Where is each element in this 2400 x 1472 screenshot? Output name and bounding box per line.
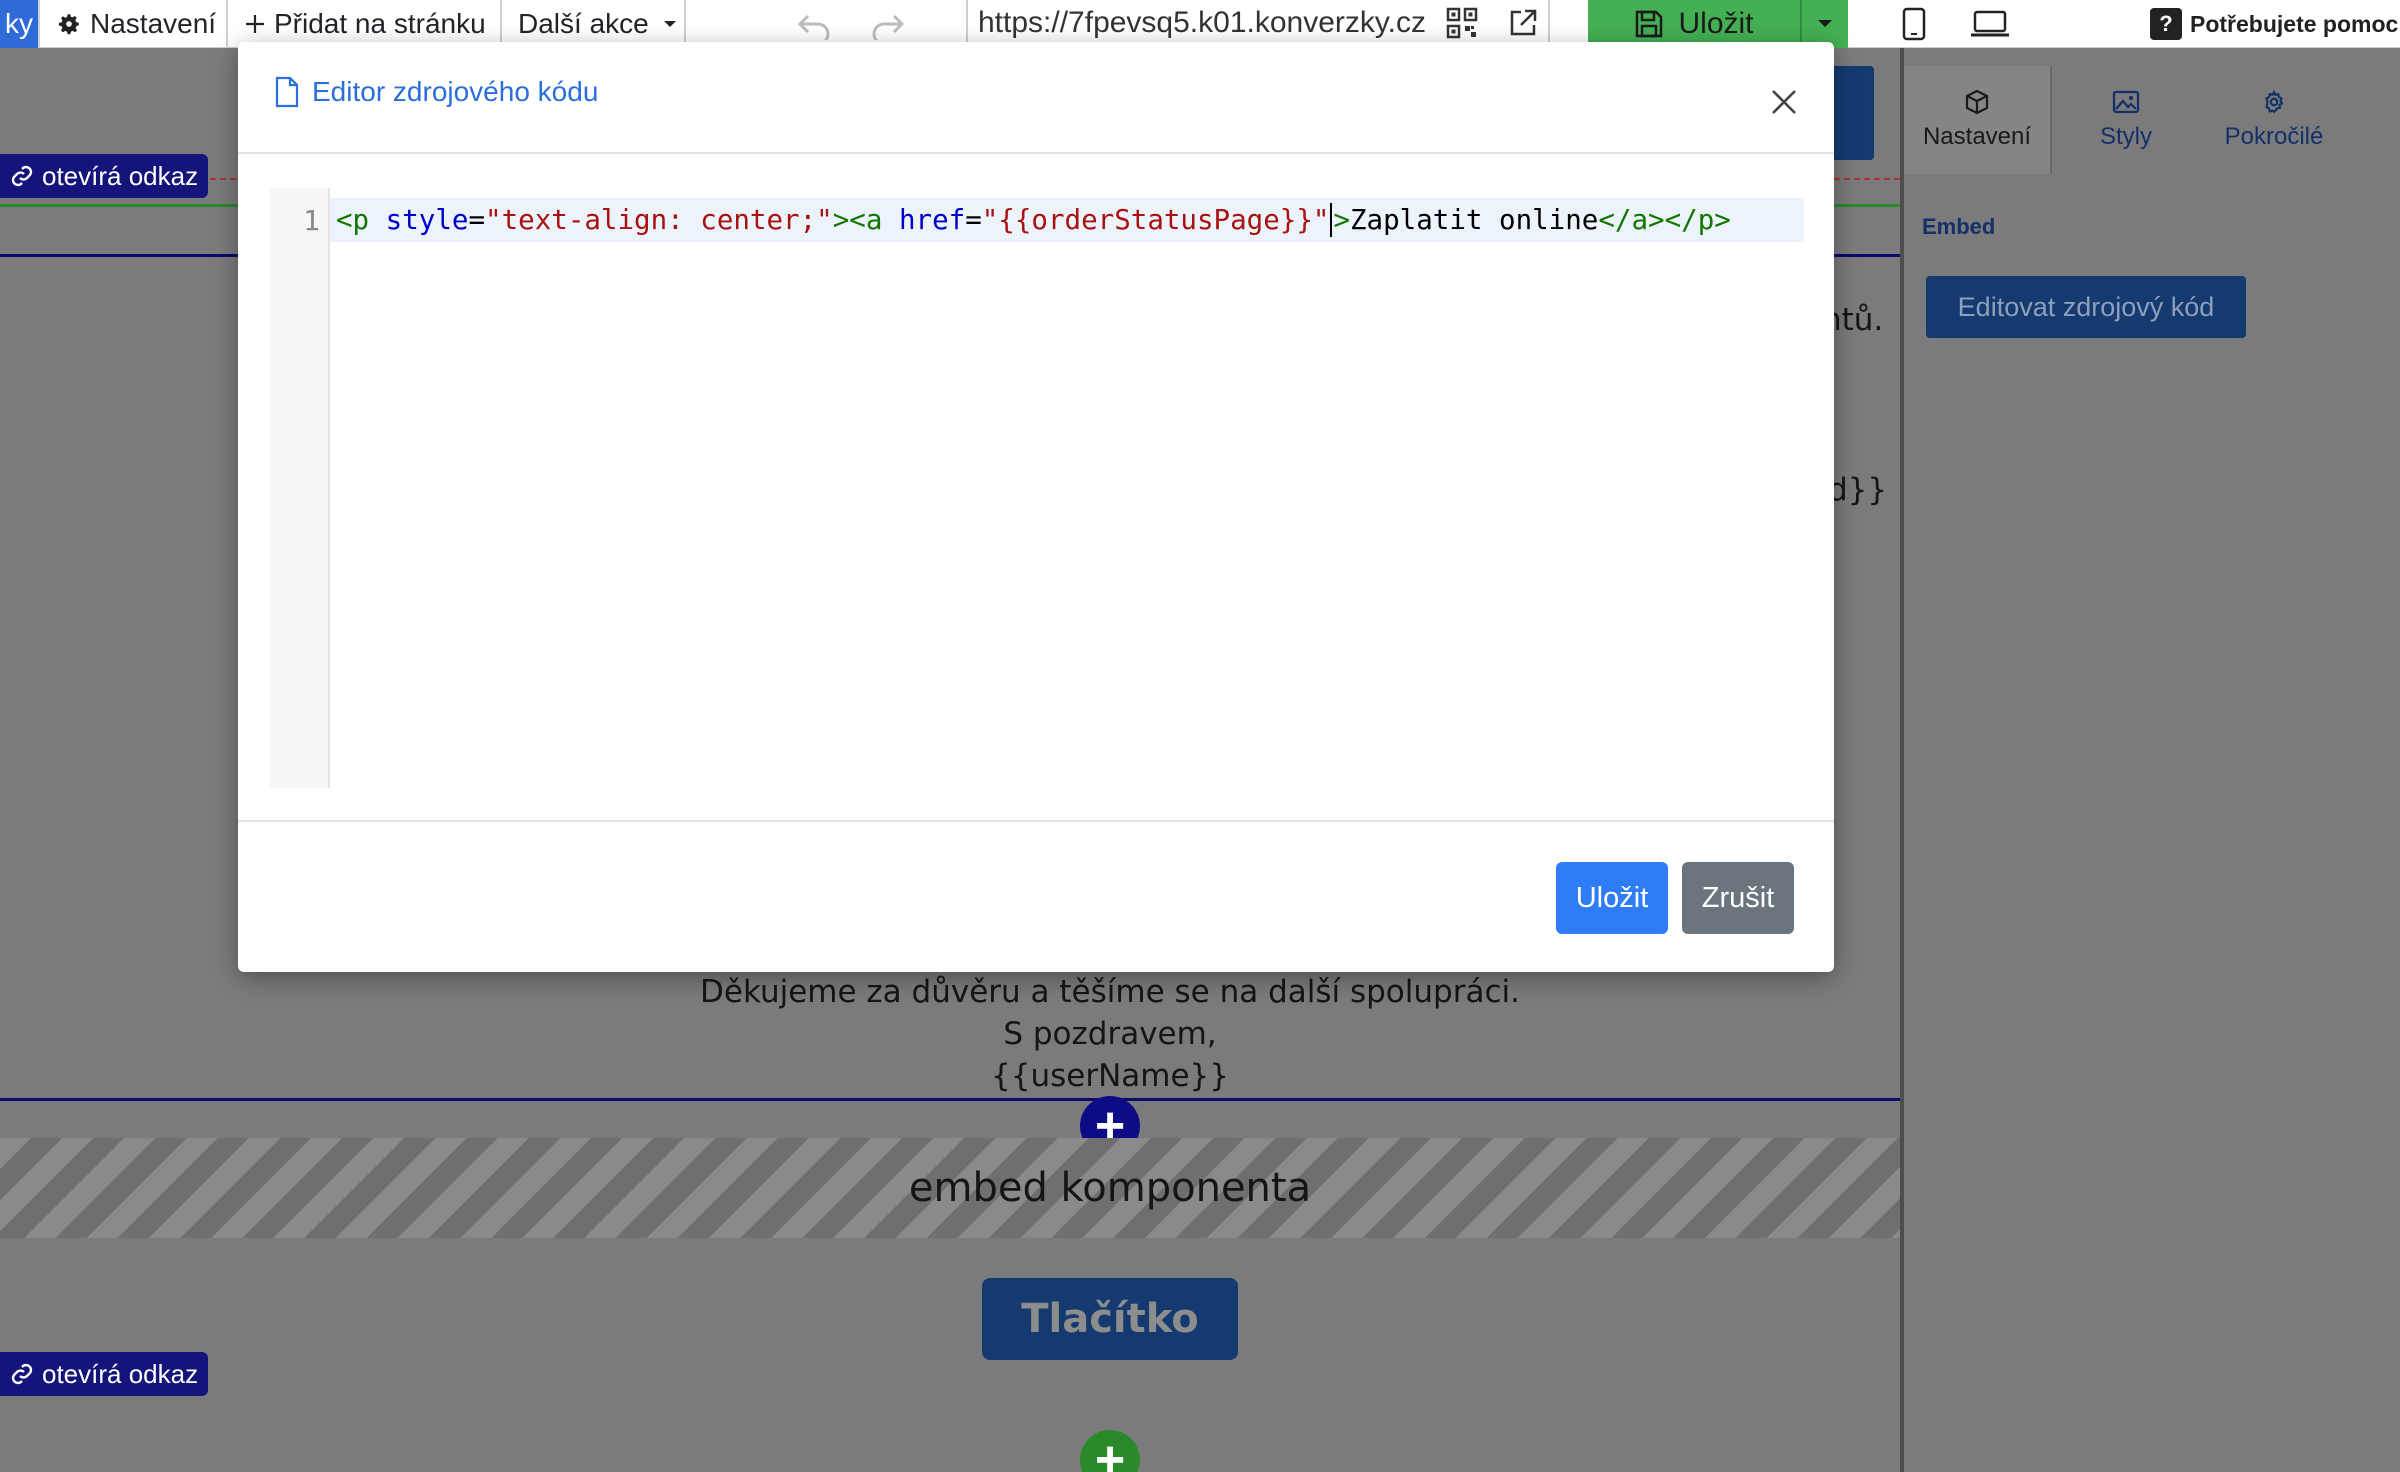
- username-text: {{userName}}: [991, 1058, 1229, 1094]
- code-token: "{{orderStatusPage}}": [981, 204, 1330, 236]
- undo-icon: [797, 14, 830, 40]
- gear-icon: [58, 14, 79, 35]
- embed-component-label: embed komponenta: [908, 1165, 1312, 1211]
- canvas-block: [1830, 66, 1874, 160]
- modal-save-label: Uložit: [1575, 881, 1649, 914]
- partial-text-2: d}}: [1828, 472, 1888, 508]
- canvas-button[interactable]: Tlačítko: [982, 1278, 1238, 1360]
- desktop-view-button[interactable]: [1966, 6, 2014, 42]
- caret-down-icon: [663, 21, 676, 27]
- regards-text: S pozdravem,: [1003, 1016, 1217, 1052]
- section-label-embed: Embed: [1922, 214, 1996, 239]
- text-cursor: [1330, 203, 1333, 237]
- edit-source-code-label: Editovat zdrojový kód: [1957, 291, 2215, 322]
- code-token: <p: [336, 204, 386, 236]
- code-token: ><a: [832, 204, 899, 236]
- add-to-page-label: Přidat na stránku: [274, 8, 486, 39]
- toolbar-cut-label: ky: [5, 8, 33, 39]
- link-icon: [11, 165, 33, 187]
- source-code-editor-modal: Editor zdrojového kódu 1 <p style = "text-…: [238, 42, 1834, 972]
- tab-settings-label: Nastavení: [1922, 123, 2032, 150]
- caret-down-icon: [1818, 20, 1832, 27]
- code-token: >: [1333, 204, 1350, 236]
- code-token: =: [965, 204, 982, 236]
- toolbar-cut-tab[interactable]: ky: [0, 0, 40, 48]
- canvas-button-label: Tlačítko: [1021, 1296, 1199, 1342]
- settings-label: Nastavení: [90, 8, 217, 39]
- image-icon: [2112, 90, 2140, 114]
- link-badge-label: otevírá odkaz: [42, 160, 199, 191]
- line-number: 1: [303, 204, 320, 237]
- link-badge-bottom[interactable]: otevírá odkaz: [0, 1352, 209, 1396]
- laptop-icon: [1971, 10, 2009, 37]
- modal-close-button[interactable]: [1764, 82, 1804, 122]
- gear-icon: [2265, 90, 2284, 114]
- properties-panel: Nastavení Styly Pokročilé Embed Editovat…: [1900, 48, 2400, 1472]
- cube-icon: [1965, 89, 1989, 115]
- tab-settings[interactable]: Nastavení: [1904, 66, 2052, 174]
- document-icon: [275, 76, 299, 108]
- add-to-page-button[interactable]: Přidat na stránku: [228, 0, 502, 48]
- link-badge-label: otevírá odkaz: [42, 1358, 199, 1389]
- code-token: style: [385, 204, 469, 236]
- code-token: "text-align: center;": [485, 204, 833, 236]
- properties-tabs: Nastavení Styly Pokročilé: [1904, 66, 2400, 174]
- modal-title: Editor zdrojového kódu: [274, 76, 598, 108]
- more-actions-dropdown[interactable]: Další akce: [502, 0, 686, 48]
- question-icon: ?: [2150, 8, 2182, 40]
- modal-header: Editor zdrojového kódu: [238, 42, 1834, 154]
- mobile-view-button[interactable]: [1896, 6, 1932, 42]
- code-editor[interactable]: 1 <p style = "text-align: center;" ><a href…: [270, 188, 1804, 788]
- edit-source-code-button[interactable]: Editovat zdrojový kód: [1926, 276, 2246, 338]
- plus-icon: [246, 15, 264, 33]
- thanks-text: Děkujeme za důvěru a těšíme se na další …: [700, 974, 1520, 1010]
- link-icon: [11, 1363, 33, 1385]
- link-badge-top[interactable]: otevírá odkaz: [0, 154, 209, 198]
- modal-footer: Uložit Zrušit: [238, 820, 1834, 972]
- tab-advanced[interactable]: Pokročilé: [2200, 66, 2348, 174]
- top-save-button-group: Uložit: [1588, 0, 1848, 48]
- help-button[interactable]: ? Potřebujete pomoc: [2150, 4, 2398, 44]
- code-token: </a></p>: [1598, 204, 1731, 236]
- modal-cancel-button[interactable]: Zrušit: [1682, 862, 1794, 934]
- floppy-disk-icon: [1636, 10, 1663, 38]
- help-label: Potřebujete pomoc: [2190, 10, 2399, 37]
- tab-styles-label: Styly: [2099, 123, 2152, 150]
- code-token: href: [898, 204, 966, 236]
- mobile-phone-icon: [1902, 7, 1926, 41]
- url-field[interactable]: https://7fpevsq5.k01.konverzky.cz: [966, 0, 1550, 48]
- embed-component-placeholder[interactable]: embed komponenta: [0, 1138, 1900, 1238]
- line-number-gutter: 1: [270, 188, 330, 788]
- qr-code-icon[interactable]: [1446, 7, 1478, 39]
- undo-button[interactable]: [792, 8, 836, 44]
- add-block-button[interactable]: +: [1080, 1430, 1140, 1472]
- code-token: =: [468, 204, 486, 236]
- code-line[interactable]: <p style = "text-align: center;" ><a href = "…: [330, 198, 1804, 242]
- url-text: https://7fpevsq5.k01.konverzky.cz: [978, 6, 1426, 39]
- external-link-icon[interactable]: [1508, 8, 1538, 38]
- close-icon: [1772, 90, 1796, 114]
- top-save-dropdown-toggle[interactable]: [1800, 0, 1848, 48]
- code-token: Zaplatit online: [1350, 204, 1599, 236]
- more-actions-label: Další akce: [518, 8, 649, 39]
- redo-icon: [872, 14, 905, 40]
- section-border-blue-bottom: [0, 1098, 1900, 1101]
- modal-save-button[interactable]: Uložit: [1556, 862, 1668, 934]
- top-toolbar: ky Nastavení Přidat na stránku Další akc…: [0, 0, 2400, 48]
- redo-button[interactable]: [866, 8, 910, 44]
- modal-cancel-label: Zrušit: [1701, 881, 1775, 914]
- top-save-button[interactable]: Uložit: [1588, 7, 1800, 41]
- tab-styles[interactable]: Styly: [2052, 66, 2200, 174]
- top-save-label: Uložit: [1678, 7, 1754, 40]
- modal-title-text: Editor zdrojového kódu: [312, 76, 599, 107]
- tab-advanced-label: Pokročilé: [2224, 123, 2324, 150]
- settings-button[interactable]: Nastavení: [40, 0, 228, 48]
